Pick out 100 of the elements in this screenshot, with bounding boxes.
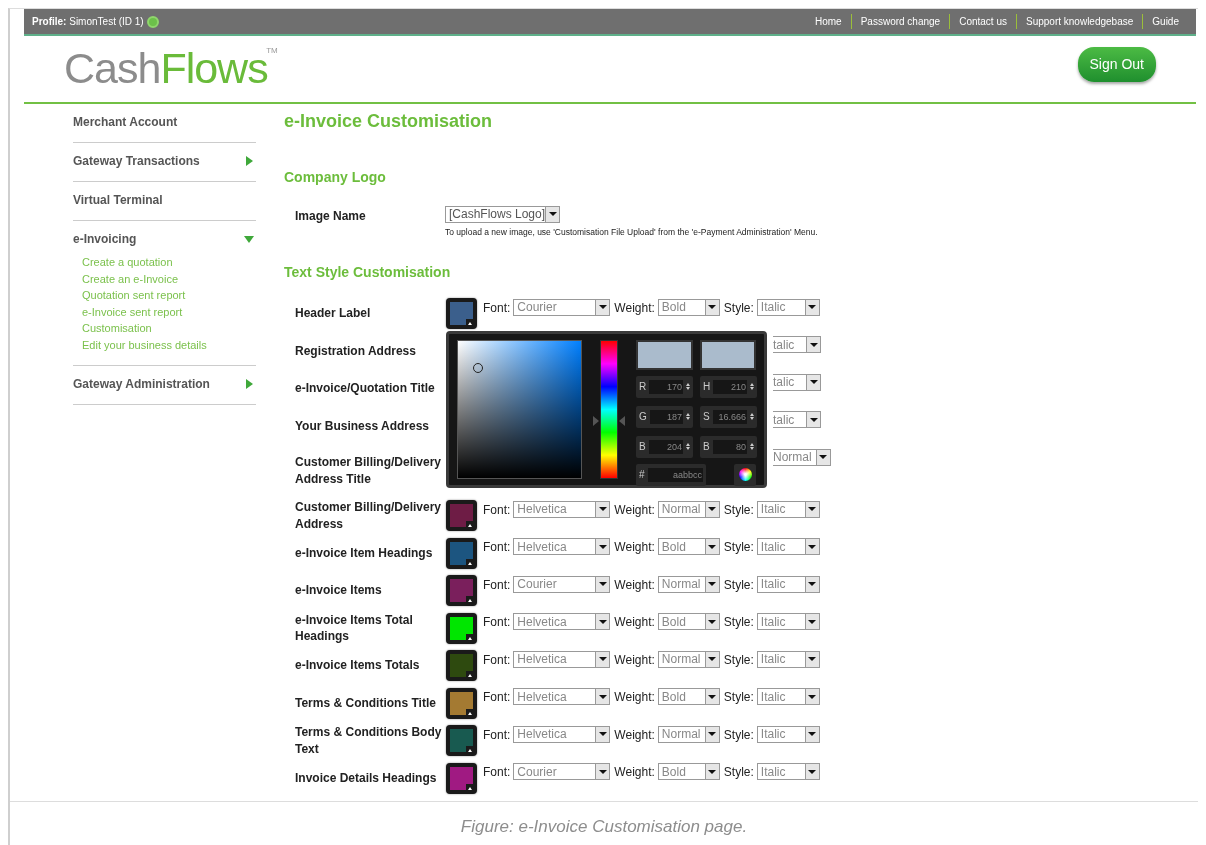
style-select[interactable]: Italic	[756, 500, 820, 518]
font-select[interactable]: Helvetica	[513, 613, 611, 631]
color-swatch[interactable]	[446, 725, 477, 757]
row-label: Customer Billing/Delivery Address Title	[294, 454, 443, 488]
field-label: Image Name	[295, 208, 367, 226]
row-label: Your Business Address	[294, 417, 431, 435]
field-label: Weight:	[614, 651, 655, 669]
color-value-field[interactable]: G 187	[636, 405, 693, 428]
field-label: Weight:	[614, 501, 655, 519]
style-select[interactable]: Italic	[756, 725, 820, 743]
sidebar-item[interactable]: Gateway Transactions	[73, 152, 200, 170]
section-heading: Company Logo	[284, 168, 387, 186]
style-select[interactable]: Italic	[756, 538, 820, 556]
caret-icon	[595, 576, 610, 592]
hue-slider[interactable]	[592, 339, 626, 479]
font-select[interactable]: Helvetica	[513, 725, 611, 743]
style-select[interactable]: Italic	[756, 298, 820, 316]
hue-marker-icon[interactable]	[593, 415, 599, 426]
weight-select[interactable]: Bold	[657, 613, 720, 631]
caret-icon	[704, 614, 719, 630]
style-select[interactable]: talic	[773, 373, 821, 391]
color-swatch[interactable]	[446, 650, 477, 682]
style-select[interactable]: Italic	[756, 575, 820, 593]
style-select[interactable]: Normal	[773, 448, 831, 466]
sidebar-item[interactable]: Virtual Terminal	[73, 191, 163, 209]
style-select[interactable]: talic	[773, 336, 821, 354]
weight-select[interactable]: Normal	[657, 725, 720, 743]
color-value-field[interactable]: H 210	[700, 375, 757, 398]
style-select[interactable]: Italic	[756, 613, 820, 631]
color-swatch[interactable]	[446, 575, 477, 607]
field-label: Style:	[723, 726, 754, 744]
field-label: Style:	[723, 614, 754, 632]
color-swatch[interactable]	[446, 537, 477, 569]
weight-select[interactable]: Normal	[657, 500, 720, 518]
color-swatch[interactable]	[446, 687, 477, 719]
style-select[interactable]: Italic	[756, 763, 820, 781]
saturation-brightness-area[interactable]	[457, 339, 582, 479]
spinner-icon	[686, 413, 690, 421]
style-select[interactable]: talic	[773, 411, 821, 429]
sidebar-item[interactable]: Gateway Administration	[73, 374, 210, 393]
sidebar-item[interactable]: e-Invoicing	[73, 230, 137, 248]
sidebar-subitem[interactable]: Create an e-Invoice	[73, 270, 256, 288]
color-swatch[interactable]	[446, 762, 477, 794]
weight-select[interactable]: Bold	[657, 688, 720, 706]
sidebar-subitem[interactable]: Edit your business details	[73, 336, 256, 354]
font-select[interactable]: Helvetica	[513, 538, 611, 556]
image-select[interactable]: [CashFlows Logo]	[445, 205, 561, 223]
font-select[interactable]: Helvetica	[513, 688, 611, 706]
caret-icon	[595, 726, 610, 742]
nav-link[interactable]: Contact us	[949, 14, 1016, 29]
color-value-field[interactable]: B 204	[636, 435, 693, 458]
font-select[interactable]: Courier	[513, 575, 611, 593]
font-select[interactable]: Courier	[513, 763, 611, 781]
font-select[interactable]: Helvetica	[513, 500, 611, 518]
weight-select[interactable]: Normal	[657, 575, 720, 593]
sign-out-button[interactable]: Sign Out	[1077, 46, 1156, 82]
sidebar-item[interactable]: Merchant Account	[73, 113, 178, 131]
caret-icon	[804, 614, 819, 630]
color-value-field[interactable]: B 80	[700, 435, 757, 458]
color-value-field[interactable]: # aabbcc	[636, 463, 706, 486]
color-value-field[interactable]: S 16.666	[700, 405, 757, 428]
nav-link[interactable]: Password change	[850, 14, 950, 29]
nav-link[interactable]: Home	[806, 14, 851, 29]
row-label: Registration Address	[294, 342, 417, 360]
profile-text: Profile: SimonTest (ID 1)	[32, 15, 144, 29]
color-value-field[interactable]: R 170	[636, 375, 693, 398]
caret-icon	[806, 374, 820, 390]
caret-icon	[804, 726, 819, 742]
field-label: Style:	[723, 576, 754, 594]
field-label: Style:	[723, 299, 754, 317]
sidebar-subitem[interactable]: Quotation sent report	[73, 287, 256, 304]
nav-link[interactable]: Guide	[1142, 14, 1188, 29]
color-wheel-icon[interactable]	[734, 463, 756, 486]
spinner-icon	[686, 383, 690, 391]
caret-icon	[595, 539, 610, 555]
weight-select[interactable]: Bold	[657, 298, 720, 316]
nav-link[interactable]: Support knowledgebase	[1016, 14, 1143, 29]
caret-right-icon[interactable]	[246, 378, 253, 389]
field-label: Font:	[483, 614, 511, 632]
font-select[interactable]: Helvetica	[513, 650, 611, 668]
weight-select[interactable]: Bold	[657, 763, 720, 781]
sidebar-subitem[interactable]: Create a quotation	[73, 254, 256, 271]
caret-down-icon[interactable]	[244, 235, 254, 243]
page-title: e-Invoice Customisation	[284, 111, 494, 133]
color-swatch[interactable]	[446, 500, 477, 532]
color-swatch[interactable]	[446, 612, 477, 644]
weight-select[interactable]: Bold	[657, 538, 720, 556]
style-select[interactable]: Italic	[756, 650, 820, 668]
weight-select[interactable]: Normal	[657, 650, 720, 668]
sidebar-subitem[interactable]: Customisation	[73, 320, 256, 337]
caret-right-icon[interactable]	[246, 156, 253, 166]
style-select[interactable]: Italic	[756, 688, 820, 706]
font-select[interactable]: Courier	[513, 298, 611, 316]
field-label: Font:	[483, 576, 511, 594]
caret-icon	[595, 764, 610, 780]
caret-icon	[704, 689, 719, 705]
sidebar-subitem[interactable]: e-Invoice sent report	[73, 303, 256, 321]
color-swatch[interactable]	[446, 298, 477, 330]
caret-icon	[806, 412, 820, 428]
field-label: Style:	[723, 651, 754, 669]
